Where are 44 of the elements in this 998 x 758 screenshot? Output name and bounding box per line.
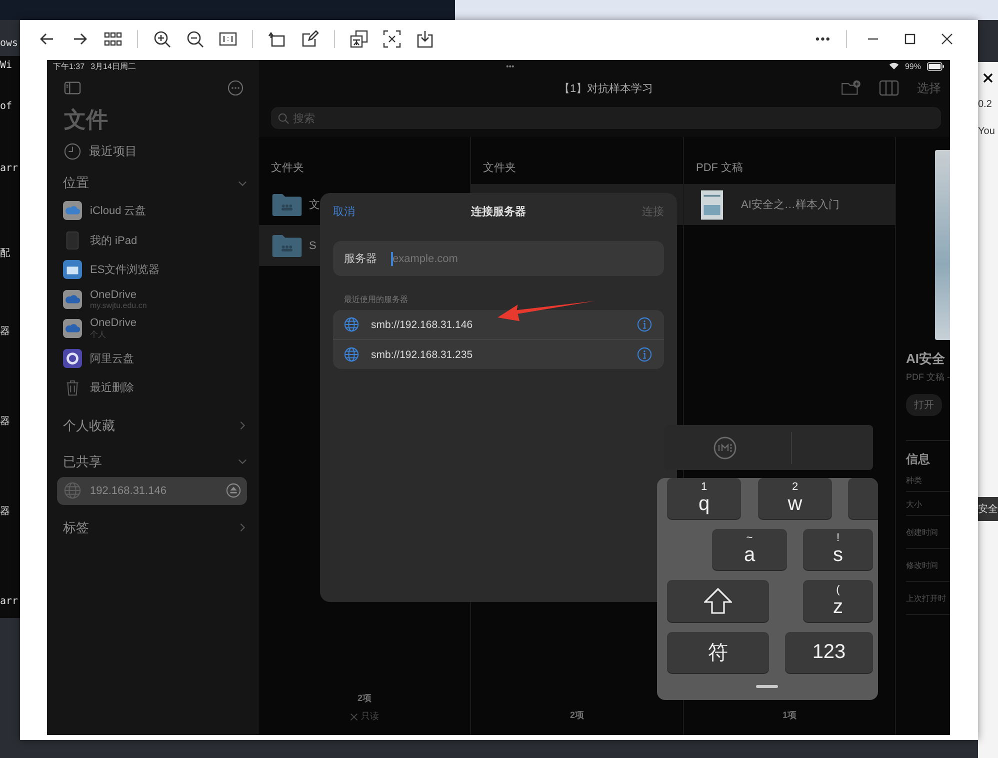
sidebar-title: 文件	[64, 106, 109, 134]
background-text: 器	[0, 505, 11, 519]
item-label: OneDrive	[90, 317, 138, 330]
section-label: 最近使用的服务器	[344, 294, 409, 305]
background-text: 器	[0, 325, 11, 339]
item-label: 我的 iPad	[90, 234, 138, 248]
item-label: ES文件浏览器	[90, 262, 161, 278]
folder-title: 【1】对抗样本学习	[558, 82, 654, 96]
read-only-label: 只读	[361, 710, 379, 723]
info-field-label: 上次打开时	[906, 582, 950, 615]
info-heading: 信息	[906, 440, 950, 468]
battery-percent: 99%	[904, 62, 921, 70]
status-time: 下午1:37	[53, 60, 85, 72]
column-header: 文件夹	[270, 160, 305, 176]
info-field-label: 创建时间	[906, 516, 950, 549]
dialog-title: 连接服务器	[471, 204, 526, 218]
background-text: arr	[0, 162, 20, 176]
column-header: 文件夹	[482, 160, 517, 176]
item-label: iCloud 云盘	[90, 204, 148, 218]
background-text: 配	[0, 247, 11, 261]
item-label: OneDrive	[90, 288, 138, 301]
document-title: AI安全	[906, 350, 946, 368]
background-text: arr	[0, 595, 20, 609]
background-text: Wi	[0, 59, 14, 73]
background-text: 器	[0, 415, 11, 429]
item-count: 1项	[782, 709, 796, 722]
background-text: of	[0, 100, 14, 114]
item-count: 2项	[570, 709, 584, 722]
item-sublabel: 个人	[90, 329, 107, 340]
item-label: 阿里云盘	[90, 352, 135, 366]
info-field-label: 修改时间	[906, 549, 950, 582]
item-sublabel: my.swjtu.edu.cn	[90, 300, 148, 310]
document-type: PDF 文稿 -	[906, 371, 950, 384]
background-text: ows	[0, 37, 18, 51]
item-label: 最近删除	[90, 381, 135, 396]
info-field-label: 种类	[906, 468, 950, 492]
item-label: 192.168.31.146	[90, 484, 168, 496]
background-text: 0.2	[978, 99, 993, 110]
background-text: 安全	[978, 497, 998, 521]
status-date: 3月14日周二	[90, 60, 136, 72]
column-header: PDF 文稿	[695, 160, 744, 176]
item-count: 2项	[357, 692, 372, 705]
background-text: You	[978, 126, 996, 137]
info-field-label: 大小	[906, 492, 950, 516]
